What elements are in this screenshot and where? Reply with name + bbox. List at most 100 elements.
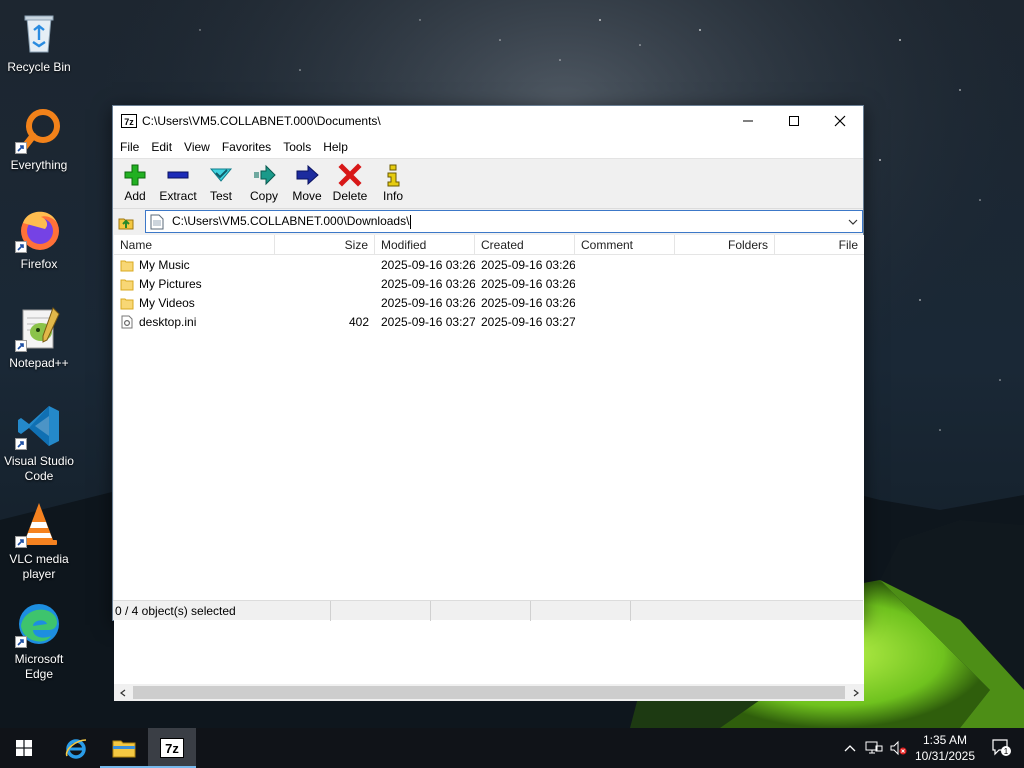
firefox-icon [15,205,63,253]
status-packed-size [431,601,531,621]
notification-count: 1 [1004,747,1009,756]
list-item[interactable]: My Music 2025-09-16 03:26 2025-09-16 03:… [114,255,864,274]
vlc-icon [15,500,63,548]
menu-edit[interactable]: Edit [145,136,178,158]
info-label: Info [382,189,403,203]
menu-tools[interactable]: Tools [277,136,317,158]
desktop-icon-label: Firefox [20,257,58,271]
scrollbar-thumb[interactable] [133,686,845,699]
desktop-icon-everything[interactable]: Everything [2,106,76,173]
system-tray: 1:35 AM 10/31/2025 1 [838,728,1024,768]
test-icon [209,168,233,182]
list-item[interactable]: desktop.ini 402 2025-09-16 03:27 2025-09… [114,312,864,331]
desktop-icon-edge[interactable]: Microsoft Edge [2,600,76,682]
desktop-icon-firefox[interactable]: Firefox [2,205,76,272]
7zip-app-icon: 7z [121,114,137,128]
up-folder-button[interactable] [113,210,139,234]
desktop-icon-recycle-bin[interactable]: Recycle Bin [2,8,76,75]
file-modified: 2025-09-16 03:27 [381,314,475,329]
test-label: Test [209,189,232,203]
test-button[interactable]: Test [201,159,241,209]
folder-icon [120,260,134,271]
desktop-icon-vlc[interactable]: VLC media player [2,500,76,582]
notification-icon: 1 [992,739,1011,756]
file-size: 402 [348,314,369,329]
file-name: My Music [139,257,190,272]
taskbar-internet-explorer[interactable] [52,728,100,768]
column-header-size[interactable]: Size [275,235,375,255]
extract-label: Extract [159,189,197,203]
maximize-button[interactable] [771,106,817,136]
column-header-modified[interactable]: Modified [375,235,475,255]
move-icon [296,164,319,186]
add-button[interactable]: Add [115,159,155,209]
chevron-left-icon [119,689,125,696]
file-explorer-icon [112,740,136,758]
info-button[interactable]: Info [373,159,413,209]
start-button[interactable] [0,728,48,768]
edge-icon [15,600,63,648]
window-titlebar[interactable]: 7z C:\Users\VM5.COLLABNET.000\Documents\ [113,106,863,136]
folder-icon [120,279,134,290]
file-name: My Pictures [139,276,202,291]
column-header-files[interactable]: File [775,235,864,255]
7zip-app-icon: 7z [160,738,184,758]
extract-icon [167,171,189,179]
delete-icon [338,163,362,187]
chevron-right-icon [853,689,859,696]
volume-button[interactable] [886,728,910,768]
column-header-comment[interactable]: Comment [575,235,675,255]
delete-label: Delete [332,189,368,203]
add-label: Add [124,189,146,203]
desktop-icon-vscode[interactable]: Visual Studio Code [2,402,76,484]
address-combobox[interactable]: C:\Users\VM5.COLLABNET.000\Downloads\ [145,210,863,233]
list-item[interactable]: My Videos 2025-09-16 03:26 2025-09-16 03… [114,293,864,312]
menu-favorites[interactable]: Favorites [216,136,277,158]
move-button[interactable]: Move [287,159,327,209]
folder-up-icon [118,218,134,229]
document-icon [150,214,164,229]
taskbar-7zip[interactable]: 7z [148,728,196,768]
shortcut-arrow-icon [15,636,27,648]
column-header-created[interactable]: Created [475,235,575,255]
close-button[interactable] [817,106,863,136]
address-row: C:\Users\VM5.COLLABNET.000\Downloads\ [113,208,863,234]
menu-help[interactable]: Help [317,136,354,158]
clock-date: 10/31/2025 [914,749,976,763]
file-created: 2025-09-16 03:27 [481,314,575,329]
desktop-icon-label: Notepad++ [9,356,69,370]
desktop-icon-label: VLC media player [9,552,69,581]
desktop-icon-label: Microsoft Edge [14,652,64,681]
minimize-button[interactable] [725,106,771,136]
column-header-folders[interactable]: Folders [675,235,775,255]
file-modified: 2025-09-16 03:26 [381,257,475,272]
desktop-icon-notepadpp[interactable]: Notepad++ [2,304,76,371]
move-label: Move [292,189,322,203]
action-center-button[interactable]: 1 [980,728,1024,768]
status-selection: 0 / 4 object(s) selected [113,601,331,621]
text-caret [410,214,412,229]
horizontal-scrollbar[interactable] [114,684,864,701]
taskbar-file-explorer[interactable] [100,728,148,768]
show-hidden-icons-button[interactable] [838,728,862,768]
chevron-down-icon[interactable] [846,214,860,230]
file-created: 2025-09-16 03:26 [481,295,575,310]
extract-button[interactable]: Extract [155,159,201,209]
info-icon [387,164,400,187]
scroll-left-button[interactable] [114,684,131,701]
shortcut-arrow-icon [15,241,27,253]
copy-button[interactable]: Copy [241,159,287,209]
shortcut-arrow-icon [15,340,27,352]
scroll-right-button[interactable] [847,684,864,701]
menu-view[interactable]: View [178,136,216,158]
column-header-name[interactable]: Name [114,235,275,255]
internet-explorer-icon [65,739,87,759]
menu-file[interactable]: File [114,136,145,158]
desktop-icon-label: Visual Studio Code [4,454,74,483]
clock[interactable]: 1:35 AM 10/31/2025 [910,732,980,764]
network-button[interactable] [862,728,886,768]
file-modified: 2025-09-16 03:26 [381,295,475,310]
address-input[interactable]: C:\Users\VM5.COLLABNET.000\Downloads\ [172,214,412,229]
list-item[interactable]: My Pictures 2025-09-16 03:26 2025-09-16 … [114,274,864,293]
delete-button[interactable]: Delete [327,159,373,209]
